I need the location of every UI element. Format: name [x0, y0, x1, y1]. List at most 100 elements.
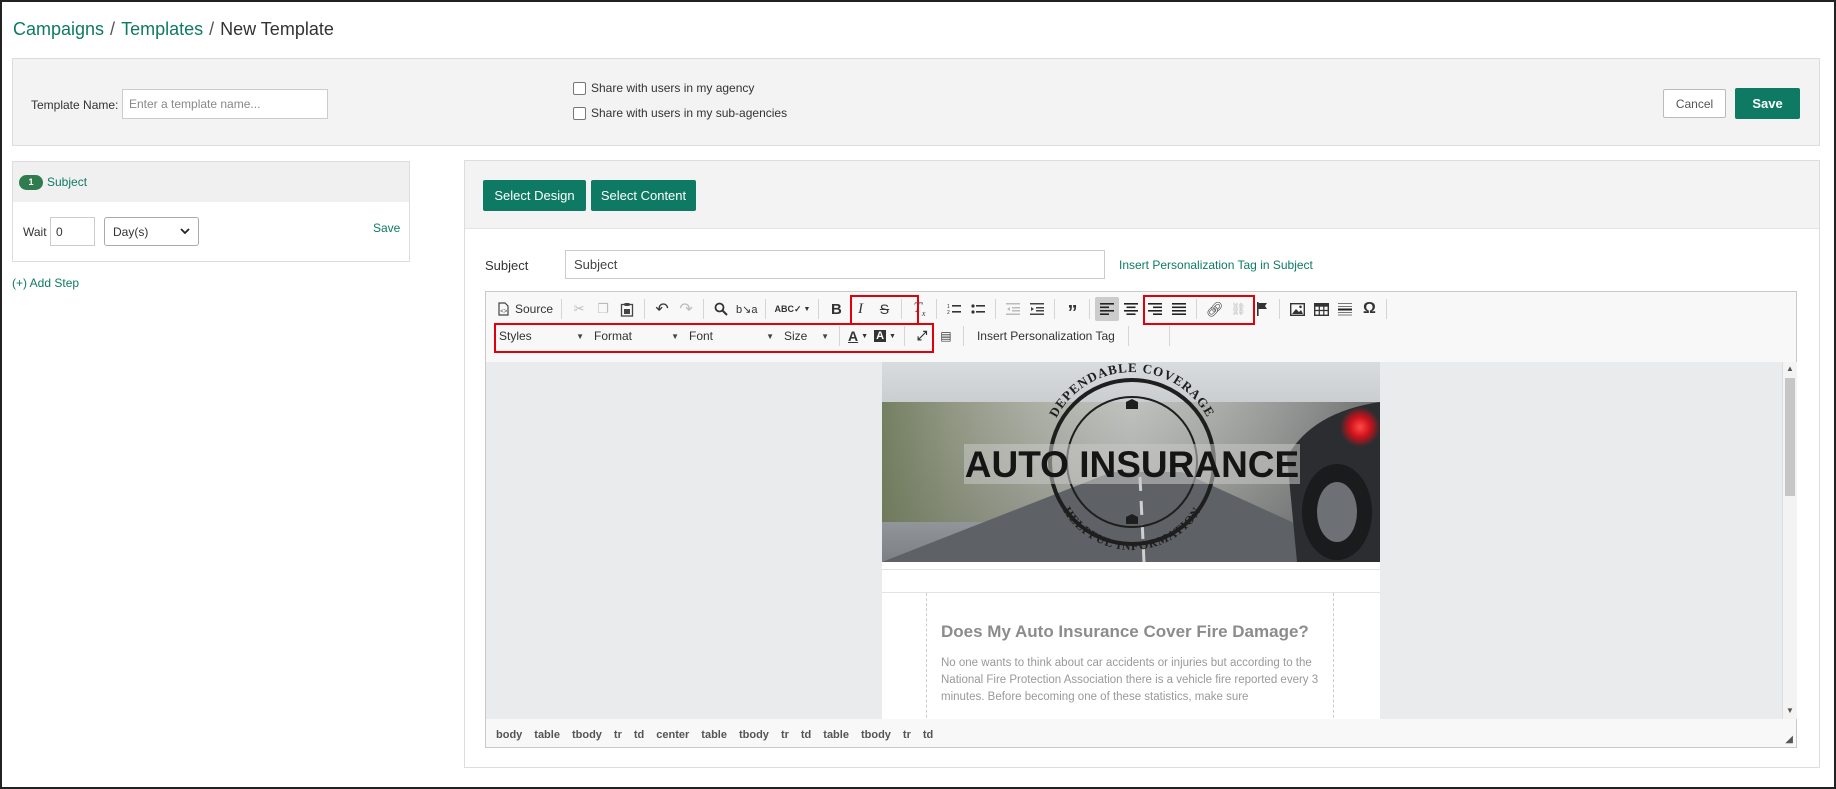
- decrease-indent-button[interactable]: [1001, 297, 1025, 321]
- select-content-button[interactable]: Select Content: [591, 180, 696, 211]
- toolbar-separator: [644, 299, 646, 319]
- editor-content-area[interactable]: DEPENDABLE COVERAGE HELPFUL INFORMATION …: [486, 362, 1782, 719]
- insert-personalization-tag-button[interactable]: Insert Personalization Tag: [969, 324, 1123, 348]
- scissors-icon: ✂: [573, 301, 585, 316]
- unlink-button[interactable]: ⛓︎: [1226, 297, 1250, 321]
- element-path-item[interactable]: td: [634, 729, 644, 741]
- anchor-button[interactable]: [1250, 297, 1274, 321]
- redo-button[interactable]: ↷: [674, 297, 698, 321]
- show-blocks-button[interactable]: ▤: [934, 324, 958, 348]
- share-subagencies-checkbox[interactable]: [573, 106, 586, 120]
- template-name-label: Template Name:: [31, 98, 119, 112]
- editor-toolbar-row-2: Styles ▼ Format ▼ Font ▼ Size ▼ A ▼ A ▼ ⤢ ▤ In…: [494, 324, 1175, 348]
- element-path-item[interactable]: tbody: [572, 729, 602, 741]
- undo-icon: ↶: [655, 301, 669, 318]
- share-subagencies-checkbox-row[interactable]: Share with users in my sub-agencies: [573, 106, 787, 120]
- resize-handle-icon[interactable]: ◢: [1785, 734, 1793, 745]
- scrollbar-thumb[interactable]: [1785, 378, 1795, 496]
- step-body: Wait 0 Day(s) Save: [13, 202, 409, 262]
- find-button[interactable]: [709, 297, 733, 321]
- toolbar-separator: [1386, 299, 1388, 319]
- scroll-down-icon[interactable]: ▼: [1786, 706, 1794, 715]
- email-article: Does My Auto Insurance Cover Fire Damage…: [926, 593, 1334, 719]
- replace-button[interactable]: b↘a: [733, 297, 760, 321]
- element-path-item[interactable]: table: [701, 729, 727, 741]
- element-path-item[interactable]: tbody: [861, 729, 891, 741]
- select-design-button[interactable]: Select Design: [483, 180, 586, 211]
- text-color-button[interactable]: A ▼: [845, 324, 871, 348]
- copy-icon: ❐: [597, 301, 609, 316]
- toolbar-separator: [995, 299, 997, 319]
- element-path-item[interactable]: tr: [614, 729, 622, 741]
- image-button[interactable]: [1285, 297, 1309, 321]
- font-dropdown[interactable]: Font ▼: [684, 324, 779, 348]
- share-agency-checkbox-row[interactable]: Share with users in my agency: [573, 81, 754, 95]
- scroll-up-icon[interactable]: ▲: [1786, 364, 1794, 373]
- element-path-item[interactable]: body: [496, 729, 522, 741]
- editor-vertical-scrollbar[interactable]: ▲ ▼: [1782, 362, 1797, 719]
- bulleted-list-button[interactable]: [966, 297, 990, 321]
- chevron-down-icon: ▼: [671, 331, 679, 341]
- copy-button[interactable]: ❐: [591, 297, 615, 321]
- breadcrumb-campaigns[interactable]: Campaigns: [13, 19, 104, 39]
- align-left-icon: [1100, 303, 1115, 315]
- remove-format-button[interactable]: Tx: [907, 297, 931, 321]
- step-title[interactable]: Subject: [47, 175, 87, 189]
- paste-button[interactable]: [615, 297, 639, 321]
- step-save-link[interactable]: Save: [373, 221, 400, 235]
- align-left-button[interactable]: [1095, 297, 1120, 321]
- blockquote-button[interactable]: ”: [1060, 297, 1084, 323]
- link-button[interactable]: 🔗︎: [1202, 297, 1226, 321]
- special-character-button[interactable]: Ω: [1357, 297, 1381, 321]
- cancel-button[interactable]: Cancel: [1663, 89, 1726, 118]
- share-agency-checkbox[interactable]: [573, 81, 586, 95]
- chevron-down-icon: ▼: [803, 305, 811, 313]
- subject-input[interactable]: Subject: [565, 250, 1105, 279]
- styles-dropdown[interactable]: Styles ▼: [494, 324, 589, 348]
- insert-personalization-tag-subject-link[interactable]: Insert Personalization Tag in Subject: [1119, 258, 1313, 272]
- element-path-item[interactable]: center: [656, 729, 689, 741]
- numbered-list-button[interactable]: 12: [942, 297, 966, 321]
- omega-icon: Ω: [1363, 300, 1376, 317]
- share-agency-label: Share with users in my agency: [591, 81, 755, 95]
- element-path-item[interactable]: td: [801, 729, 811, 741]
- wait-input[interactable]: 0: [50, 217, 95, 246]
- toolbar-separator: [1127, 326, 1129, 346]
- align-center-button[interactable]: [1119, 297, 1143, 321]
- element-path-item[interactable]: table: [823, 729, 849, 741]
- toolbar-empty-slot: [1134, 324, 1164, 348]
- element-path-item[interactable]: tr: [903, 729, 911, 741]
- chevron-down-icon: ▼: [889, 332, 896, 340]
- show-blocks-icon: ▤: [940, 329, 952, 343]
- element-path-item[interactable]: tr: [781, 729, 789, 741]
- source-button[interactable]: <> Source: [494, 297, 556, 321]
- format-dropdown[interactable]: Format ▼: [589, 324, 684, 348]
- step-header[interactable]: 1 Subject: [13, 162, 409, 202]
- bold-button[interactable]: B: [824, 297, 848, 321]
- element-path-item[interactable]: tbody: [739, 729, 769, 741]
- template-name-input[interactable]: [122, 89, 328, 119]
- breadcrumb-templates[interactable]: Templates: [121, 19, 203, 39]
- strikethrough-button[interactable]: S: [872, 297, 896, 321]
- add-step-link[interactable]: (+) Add Step: [12, 276, 79, 290]
- maximize-button[interactable]: ⤢: [910, 324, 934, 348]
- wait-unit-select[interactable]: Day(s): [104, 217, 199, 246]
- undo-button[interactable]: ↶: [650, 297, 674, 321]
- chevron-down-icon: ▼: [821, 331, 829, 341]
- horizontal-line-button[interactable]: [1333, 297, 1357, 321]
- element-path-item[interactable]: td: [923, 729, 933, 741]
- align-right-button[interactable]: [1143, 297, 1167, 321]
- spellcheck-button[interactable]: ABC✓ ▼: [771, 297, 813, 321]
- justify-button[interactable]: [1167, 297, 1191, 321]
- increase-indent-button[interactable]: [1025, 297, 1049, 321]
- element-path-item[interactable]: table: [534, 729, 560, 741]
- breadcrumb: Campaigns / Templates / New Template: [13, 19, 334, 40]
- italic-button[interactable]: I: [848, 297, 872, 321]
- chevron-down-icon: ▼: [576, 331, 584, 341]
- save-template-button[interactable]: Save: [1735, 88, 1800, 119]
- table-icon: [1313, 302, 1329, 316]
- background-color-button[interactable]: A ▼: [871, 324, 899, 348]
- size-dropdown[interactable]: Size ▼: [779, 324, 834, 348]
- cut-button[interactable]: ✂: [567, 297, 591, 321]
- table-button[interactable]: [1309, 297, 1333, 321]
